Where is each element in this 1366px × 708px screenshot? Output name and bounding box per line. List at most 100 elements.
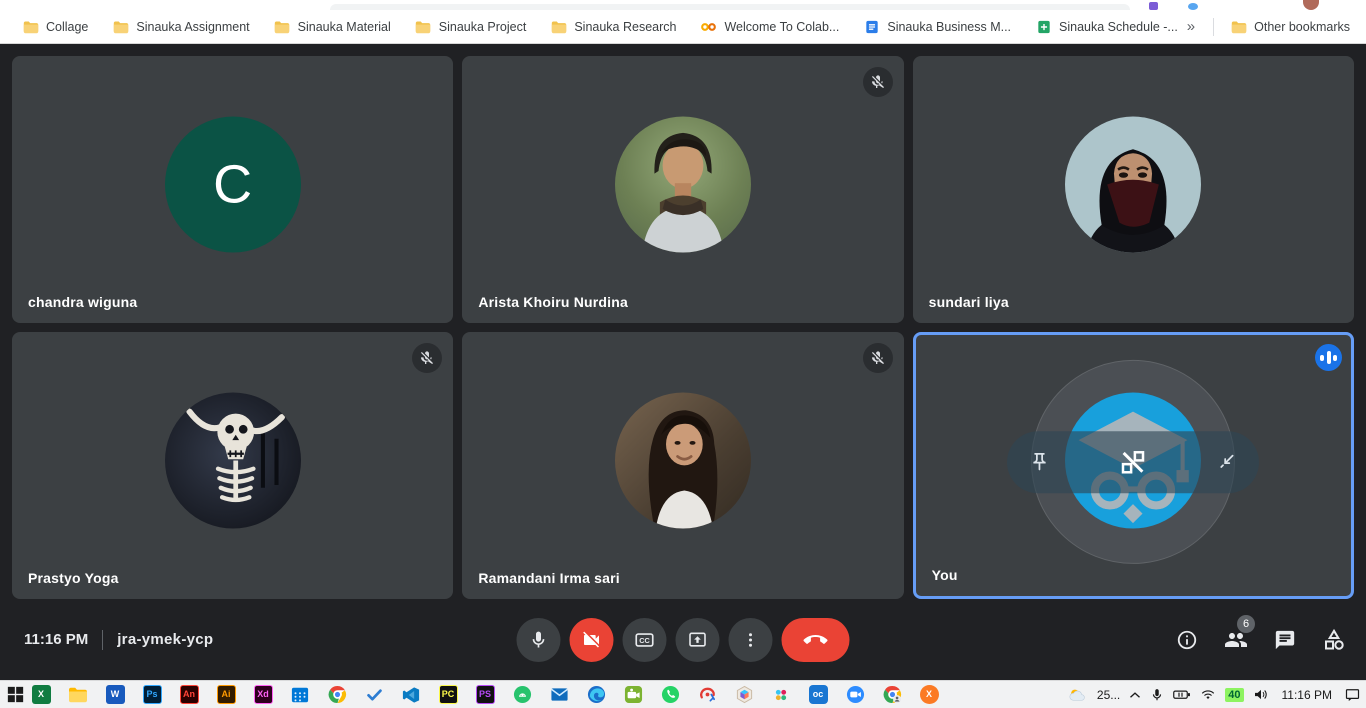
folder-icon: [274, 18, 291, 35]
grid-off-icon[interactable]: [1118, 447, 1148, 477]
bookmark-label: Sinauka Research: [574, 20, 676, 34]
bookmarks-list: Collage Sinauka Assignment Sinauka Materia…: [10, 14, 1179, 39]
bookmarks-right: » Other bookmarks: [1179, 14, 1356, 39]
participant-tile-chandra[interactable]: C chandra wiguna: [12, 56, 453, 323]
chrome-icon[interactable]: [326, 684, 348, 706]
pin-icon[interactable]: [1029, 451, 1050, 472]
info-button[interactable]: [1175, 628, 1199, 652]
edge-icon[interactable]: [585, 684, 607, 706]
video-app-icon[interactable]: [844, 684, 866, 706]
calendar-icon[interactable]: [289, 684, 311, 706]
bookmark-sinauka-project[interactable]: Sinauka Project: [403, 14, 539, 39]
tray-microphone-icon[interactable]: [1150, 688, 1164, 702]
red-app-icon[interactable]: [696, 684, 718, 706]
folder-icon: [415, 18, 432, 35]
call-controls: CC: [517, 618, 850, 662]
todo-check-icon[interactable]: [363, 684, 385, 706]
meeting-details[interactable]: 11:16 PM jra-ymek-ycp: [24, 630, 213, 650]
more-options-button[interactable]: [729, 618, 773, 662]
whatsapp-icon[interactable]: [659, 684, 681, 706]
hang-up-button[interactable]: [782, 618, 850, 662]
muted-microphone-chip: [863, 343, 893, 373]
pycharm-icon[interactable]: PC: [437, 684, 459, 706]
captions-button[interactable]: CC: [623, 618, 667, 662]
participant-tile-ramandani[interactable]: Ramandani Irma sari: [462, 332, 903, 599]
bookmarks-overflow-button[interactable]: »: [1179, 18, 1203, 35]
screen: Collage Sinauka Assignment Sinauka Materia…: [0, 0, 1366, 708]
present-screen-button[interactable]: [676, 618, 720, 662]
tray-chevron-up-icon[interactable]: [1129, 691, 1141, 699]
pycharm-glyph: PC: [439, 685, 458, 704]
oc-icon[interactable]: oc: [807, 684, 829, 706]
xd-icon[interactable]: Xd: [252, 684, 274, 706]
participant-grid: C chandra wiguna: [12, 56, 1354, 599]
bookmark-label: Sinauka Material: [298, 20, 391, 34]
photoshop-glyph: Ps: [143, 685, 162, 704]
camera-off-button[interactable]: [570, 618, 614, 662]
participant-tile-prastyo[interactable]: Prastyo Yoga: [12, 332, 453, 599]
other-bookmarks-button[interactable]: Other bookmarks: [1224, 14, 1356, 39]
minimize-icon[interactable]: [1216, 451, 1237, 472]
participant-name: sundari liya: [929, 294, 1009, 310]
bookmark-sinauka-research[interactable]: Sinauka Research: [538, 14, 688, 39]
divider: [1213, 18, 1214, 36]
tray-wifi-icon[interactable]: [1200, 688, 1216, 701]
extension-icon: [1149, 2, 1158, 10]
participant-name: Prastyo Yoga: [28, 570, 119, 586]
bookmark-welcome-to-colab[interactable]: Welcome To Colab...: [688, 14, 851, 39]
meeting-panels: 6: [1175, 628, 1346, 652]
hexagon-app-icon[interactable]: [733, 684, 755, 706]
slack-icon[interactable]: [770, 684, 792, 706]
colab-icon: [700, 18, 717, 35]
taskbar-clock[interactable]: 11:16 PM: [1278, 688, 1336, 702]
tray-volume-icon[interactable]: [1253, 688, 1269, 701]
excel-icon[interactable]: X: [30, 684, 52, 706]
participants-button[interactable]: 6: [1224, 628, 1248, 652]
participant-tile-arista[interactable]: Arista Khoiru Nurdina: [462, 56, 903, 323]
illustrator-icon[interactable]: Ai: [215, 684, 237, 706]
phpstorm-icon[interactable]: PS: [474, 684, 496, 706]
xampp-icon[interactable]: X: [918, 684, 940, 706]
person-illustration: [1065, 116, 1201, 252]
action-center-icon[interactable]: [1345, 688, 1360, 702]
bookmark-collage[interactable]: Collage: [10, 14, 100, 39]
animate-glyph: An: [180, 685, 199, 704]
mic-off-icon: [870, 74, 886, 90]
xampp-glyph: X: [920, 685, 939, 704]
battery-percent-badge[interactable]: 40: [1225, 688, 1243, 702]
android-studio-icon[interactable]: [511, 684, 533, 706]
file-explorer-icon[interactable]: [67, 684, 89, 706]
weather-icon[interactable]: [1067, 687, 1088, 703]
word-glyph: W: [106, 685, 125, 704]
avatar-letter: C: [213, 153, 252, 215]
microphone-button[interactable]: [517, 618, 561, 662]
bookmark-sinauka-schedule[interactable]: Sinauka Schedule -...: [1023, 14, 1179, 39]
pinned-apps: X W Ps An Ai Xd PC PS oc X: [30, 684, 940, 706]
oc-glyph: oc: [809, 685, 828, 704]
animate-icon[interactable]: An: [178, 684, 200, 706]
meet-stage: C chandra wiguna: [0, 44, 1366, 680]
meeting-code: jra-ymek-ycp: [117, 631, 213, 648]
avatar-photo: [615, 392, 751, 528]
weather-temp[interactable]: 25...: [1097, 688, 1120, 702]
avatar-photo: [165, 392, 301, 528]
participant-tile-sundari[interactable]: sundari liya: [913, 56, 1354, 323]
person-illustration: [615, 392, 751, 528]
vscode-icon[interactable]: [400, 684, 422, 706]
participant-tile-you[interactable]: You: [913, 332, 1354, 599]
bookmark-sinauka-material[interactable]: Sinauka Material: [262, 14, 403, 39]
chrome-profile-icon[interactable]: [881, 684, 903, 706]
start-button[interactable]: [4, 684, 26, 706]
chat-button[interactable]: [1273, 628, 1297, 652]
activities-button[interactable]: [1322, 628, 1346, 652]
mail-icon[interactable]: [548, 684, 570, 706]
word-icon[interactable]: W: [104, 684, 126, 706]
tray-battery-icon[interactable]: [1173, 688, 1191, 701]
bookmark-label: Sinauka Assignment: [136, 20, 249, 34]
photoshop-icon[interactable]: Ps: [141, 684, 163, 706]
bookmark-sinauka-business[interactable]: Sinauka Business M...: [851, 14, 1023, 39]
camera-app-icon[interactable]: [622, 684, 644, 706]
muted-microphone-chip: [863, 67, 893, 97]
bookmark-sinauka-assignment[interactable]: Sinauka Assignment: [100, 14, 261, 39]
mic-off-icon: [419, 350, 435, 366]
